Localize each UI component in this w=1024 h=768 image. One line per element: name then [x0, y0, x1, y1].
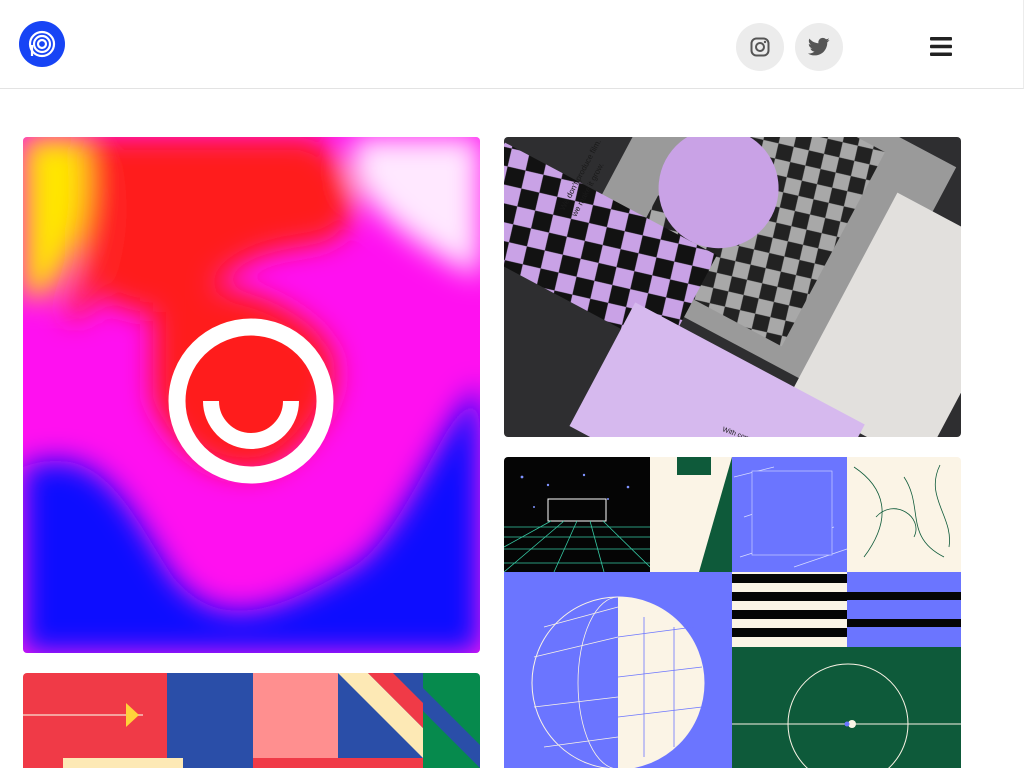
illustration-grid-image — [504, 457, 961, 768]
twitter-icon — [808, 37, 830, 56]
portfolio-tile-geometric[interactable] — [23, 673, 480, 768]
gradient-artwork-image — [23, 137, 480, 653]
twitter-button[interactable] — [795, 23, 843, 71]
hamburger-menu-icon — [930, 36, 952, 56]
site-header — [0, 0, 1024, 89]
instagram-button[interactable] — [736, 23, 784, 71]
hamburger-menu-button[interactable] — [926, 30, 956, 62]
instagram-icon — [750, 37, 770, 57]
portfolio-tile-stationery[interactable]: We don't produce film. we make it grow. … — [504, 137, 961, 437]
portfolio-tile-illustrations[interactable] — [504, 457, 961, 768]
logo-icon[interactable] — [19, 21, 65, 67]
portfolio-tile-gradient-logo[interactable] — [23, 137, 480, 653]
spiral-logo-icon — [28, 30, 56, 58]
geometric-pattern-image — [23, 673, 480, 768]
stationery-mockup-image: We don't produce film. we make it grow. … — [504, 137, 961, 437]
